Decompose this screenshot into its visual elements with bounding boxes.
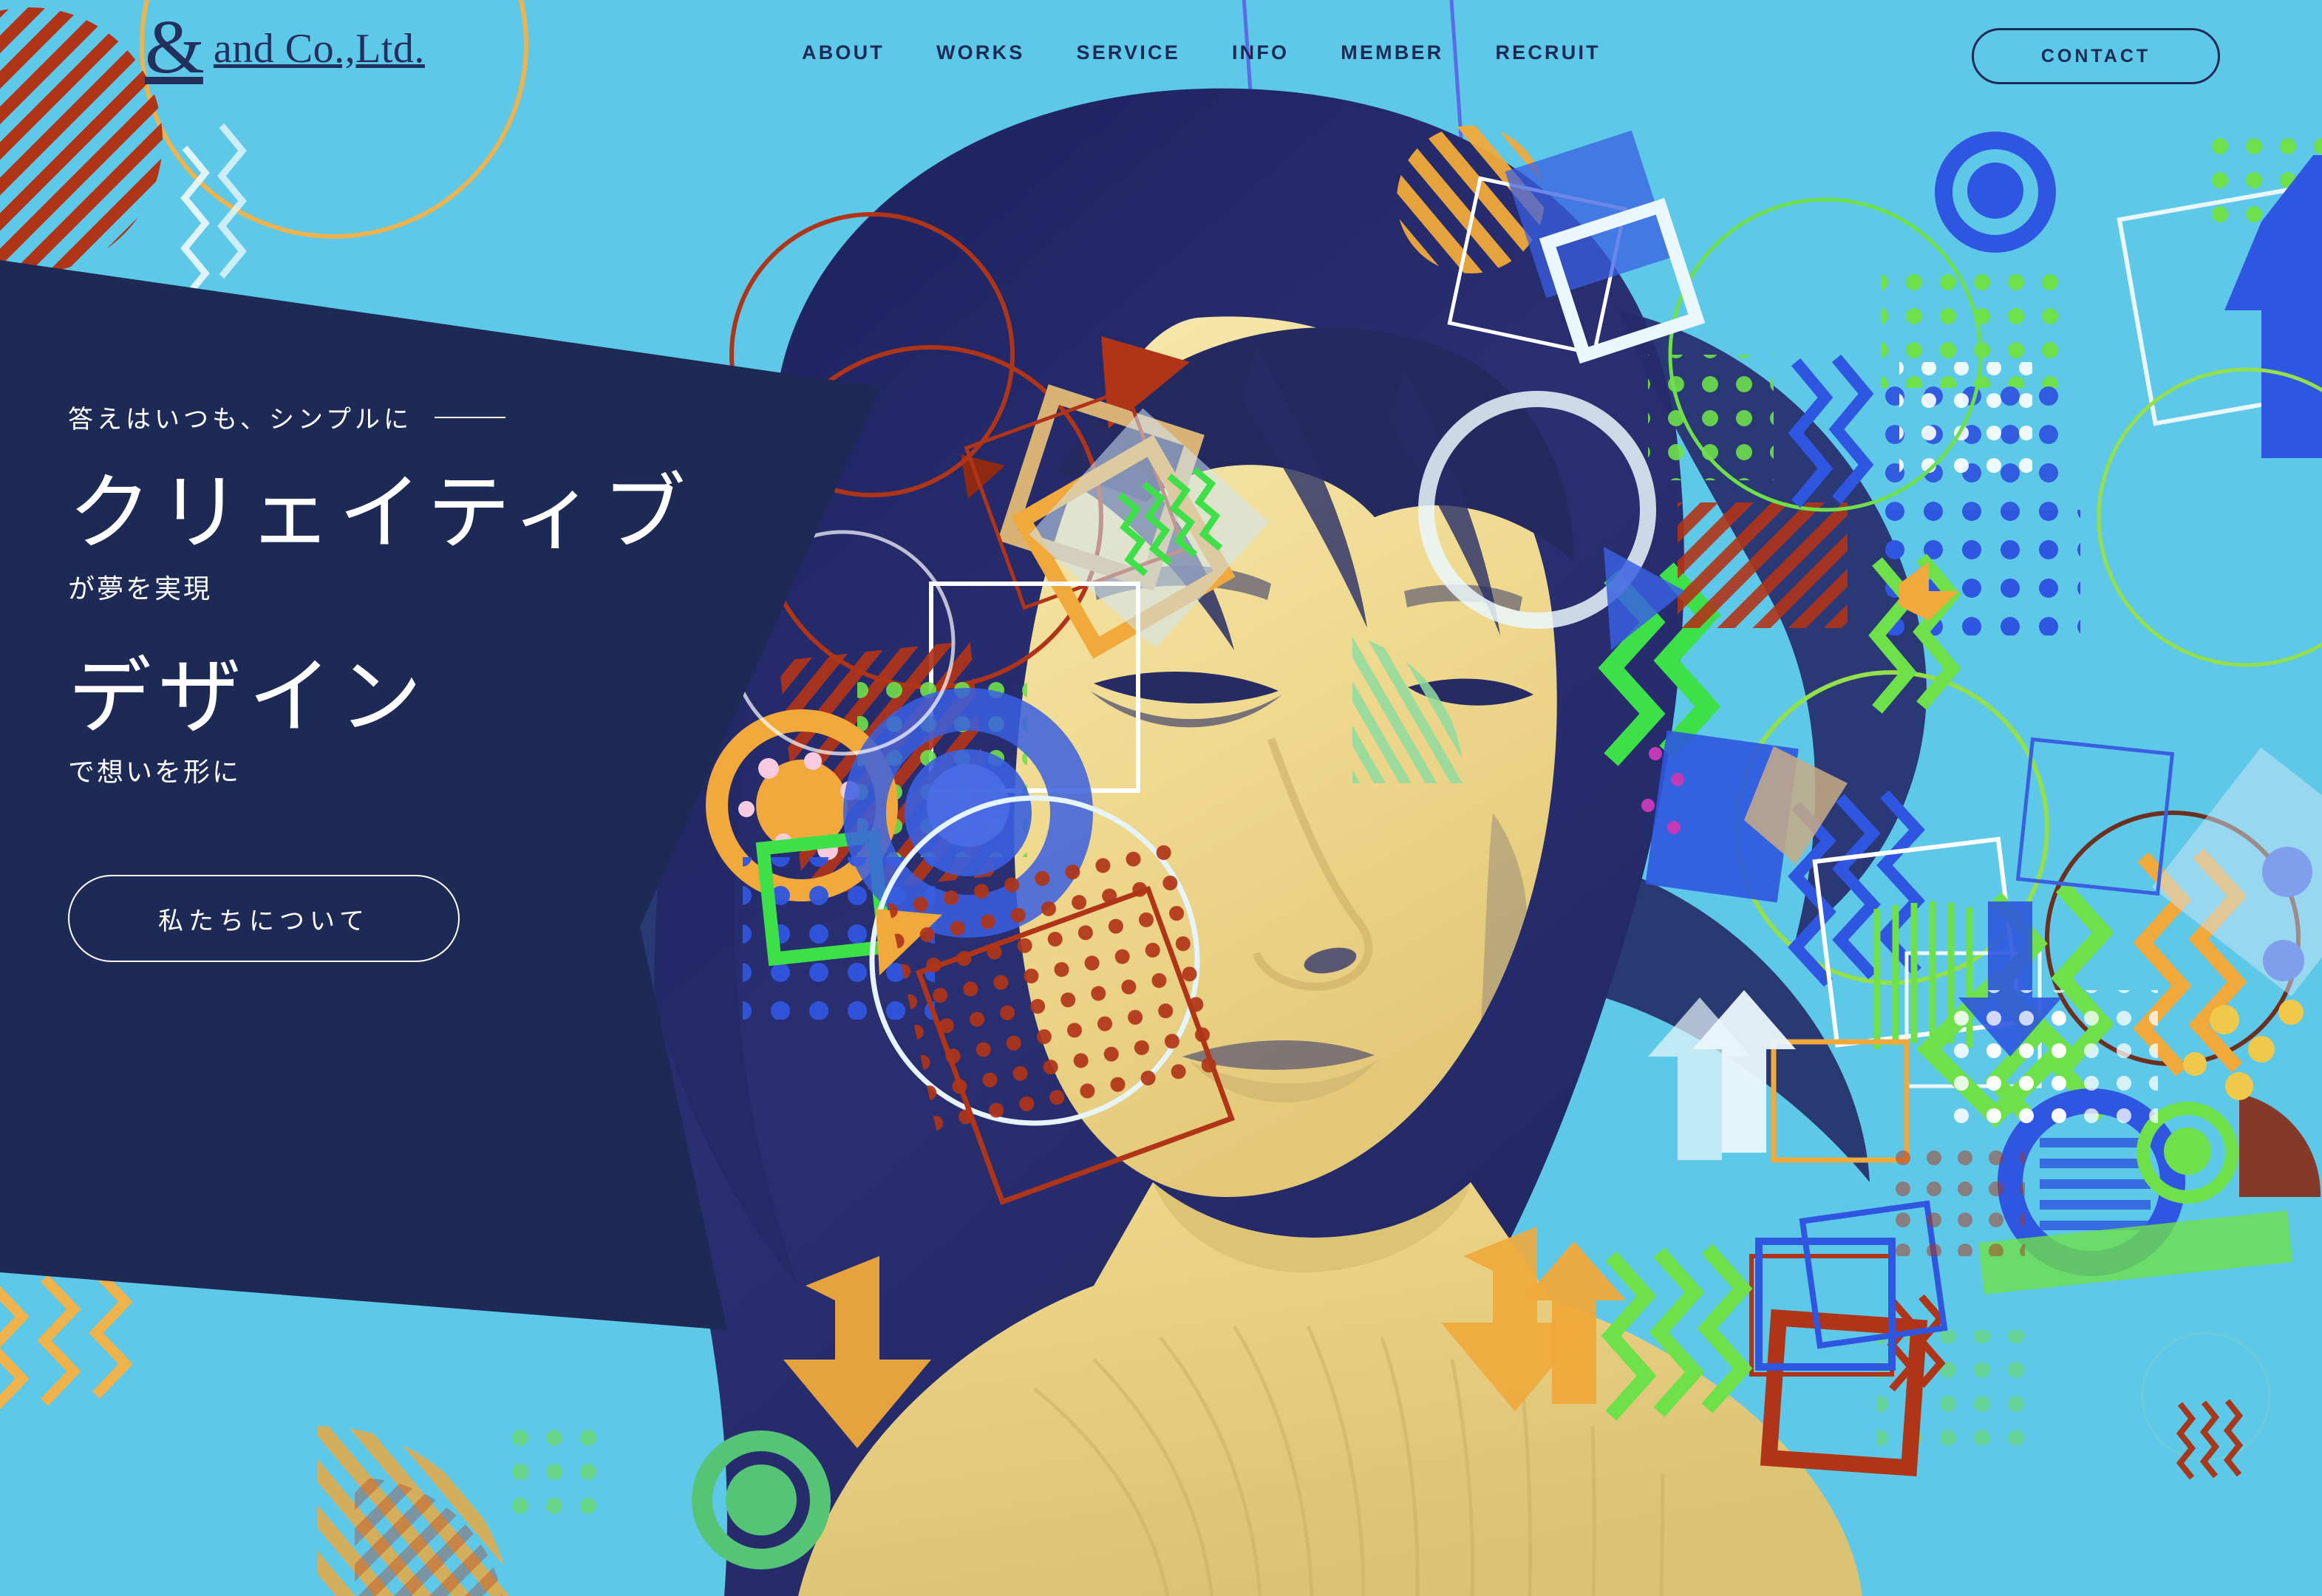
hero-panel-content: 答えはいつも、シンプルに クリェイティブ が夢を実現 デザイン で想いを形に 私… [68, 399, 733, 963]
hero-subline-1: が夢を実現 [68, 573, 213, 604]
hero-stage: 答えはいつも、シンプルに クリェイティブ が夢を実現 デザイン で想いを形に 私… [0, 0, 2322, 1596]
tagline-rule [434, 416, 505, 418]
brand-name: and Co.,Ltd. [213, 26, 425, 72]
hero-tagline: 答えはいつも、シンプルに [68, 399, 733, 435]
brand-ampersand-icon: & [145, 4, 205, 89]
contact-button[interactable]: CONTACT [1972, 28, 2220, 84]
nav-item-service[interactable]: SERVICE [1051, 41, 1206, 64]
about-us-button[interactable]: 私たちについて [68, 875, 460, 963]
nav-item-info[interactable]: INFO [1206, 41, 1315, 64]
nav-item-recruit[interactable]: RECRUIT [1469, 41, 1626, 64]
site-header: & and Co.,Ltd. ABOUT WORKS SERVICE INFO … [0, 0, 2322, 118]
nav-item-works[interactable]: WORKS [910, 41, 1051, 64]
main-navigation: ABOUT WORKS SERVICE INFO MEMBER RECRUIT [776, 41, 1627, 64]
hero-headline-1: クリェイティブ [68, 466, 692, 559]
nav-item-about[interactable]: ABOUT [776, 41, 910, 64]
hero-subline-2: で想いを形に [68, 757, 242, 788]
brand-logo[interactable]: & and Co.,Ltd. [145, 4, 425, 89]
hero-tagline-text: 答えはいつも、シンプルに [68, 406, 412, 434]
hero-headline-2: デザイン [68, 649, 429, 743]
nav-item-member[interactable]: MEMBER [1315, 41, 1469, 64]
